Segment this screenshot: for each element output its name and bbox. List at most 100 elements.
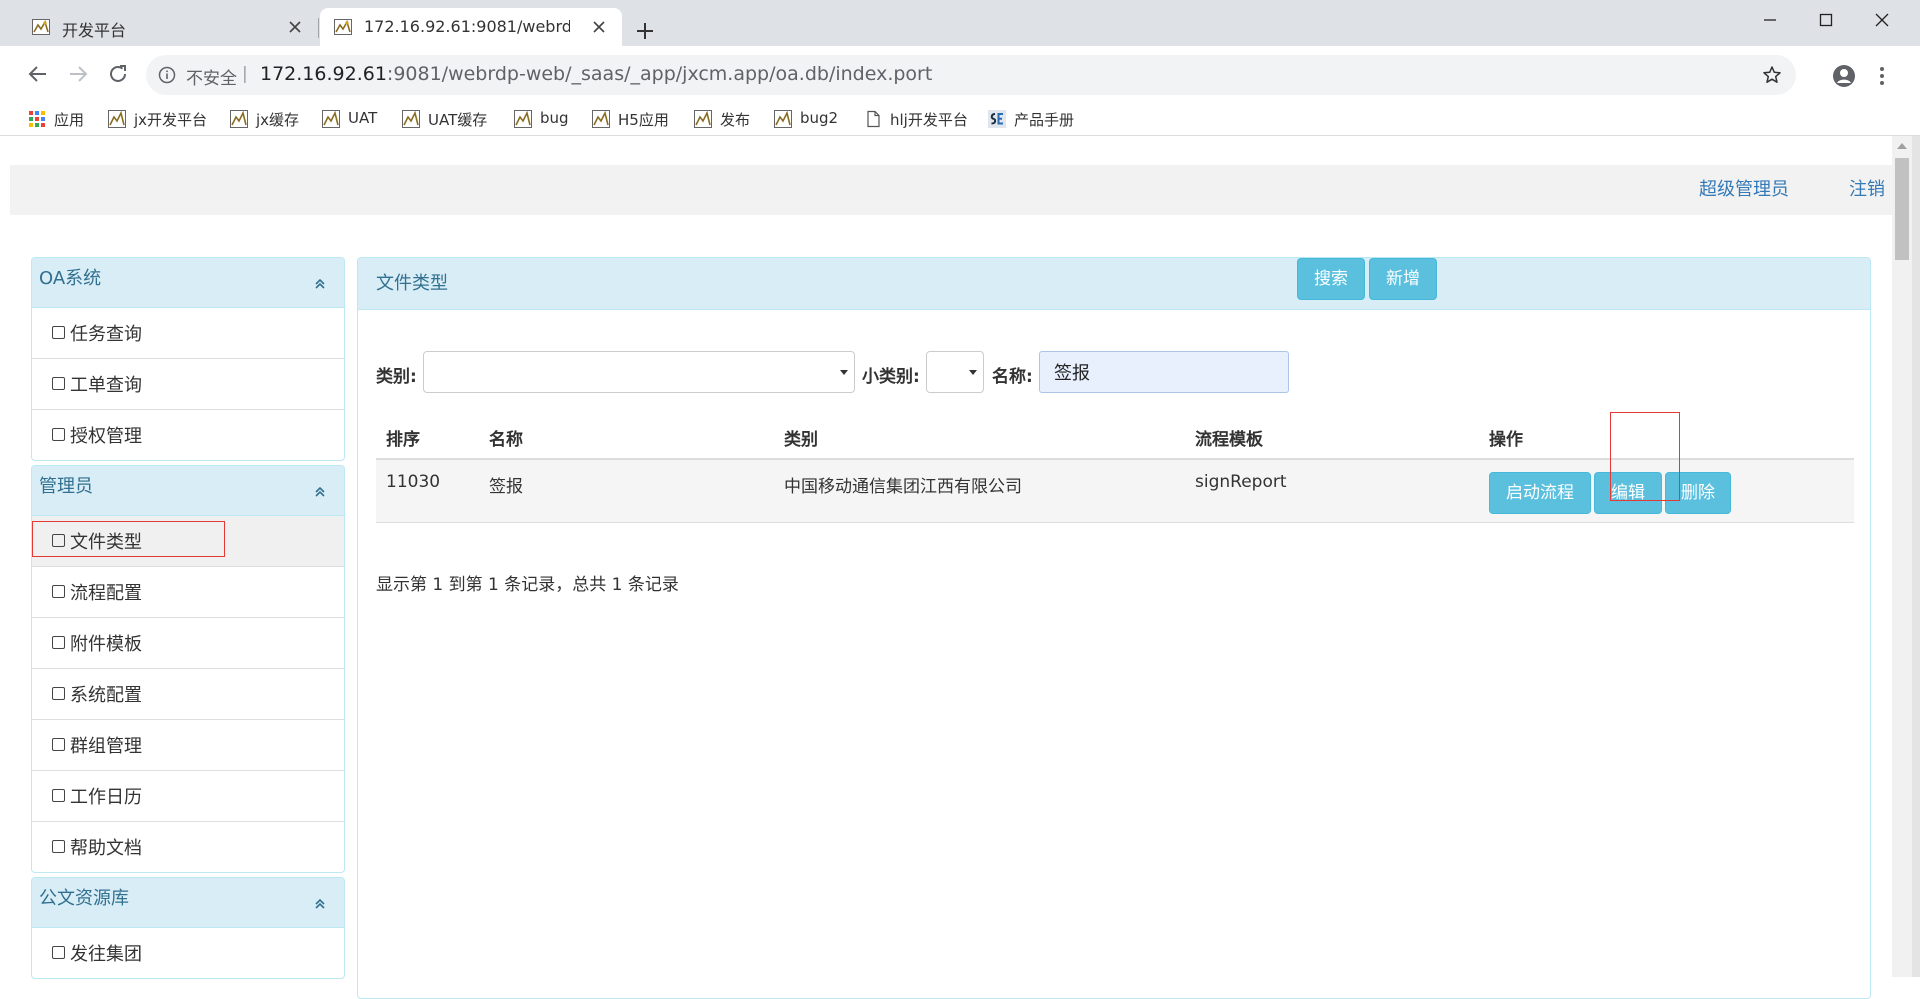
double-chevron-up-icon[interactable] (314, 278, 326, 290)
category-filter-label: 类别: (376, 367, 417, 387)
sidebar-group-header[interactable]: 公文资源库 (32, 878, 344, 928)
name-search-input[interactable] (1039, 351, 1289, 393)
info-icon[interactable] (158, 66, 176, 84)
checkbox-square-icon (52, 585, 65, 598)
app-header: 超级管理员 注销 (10, 165, 1892, 215)
add-button[interactable]: 新增 (1369, 258, 1437, 300)
se-logo-icon (988, 110, 1006, 128)
scroll-up-arrow-icon[interactable] (1897, 142, 1907, 150)
bookmark-favicon-icon (108, 110, 126, 128)
bookmark-label: jx缓存 (256, 111, 300, 129)
page-icon (864, 110, 882, 128)
sidebar-item-process-config[interactable]: 流程配置 (32, 567, 344, 618)
page-viewport: 超级管理员 注销 OA系统 任务查询 工单查询 授权管理 管理员 文件类型 流程… (0, 136, 1920, 999)
search-button[interactable]: 搜索 (1297, 258, 1365, 300)
sidebar-group-header[interactable]: OA系统 (32, 258, 344, 308)
column-header-template[interactable]: 流程模板 (1195, 425, 1263, 450)
sidebar-item-task-query[interactable]: 任务查询 (32, 308, 344, 359)
checkbox-square-icon (52, 789, 65, 802)
sidebar-group-oa-system: OA系统 任务查询 工单查询 授权管理 (31, 257, 345, 461)
url-host: 172.16.92.61 (260, 63, 387, 85)
sidebar-group-title: 管理员 (39, 476, 93, 497)
sidebar-item-label: 授权管理 (70, 426, 142, 447)
logout-link[interactable]: 注销 (1849, 175, 1885, 201)
sidebar-item-label: 附件模板 (70, 634, 142, 655)
sidebar-item-authorization[interactable]: 授权管理 (32, 410, 344, 460)
site-favicon-icon (334, 19, 352, 35)
checkbox-square-icon (52, 946, 65, 959)
column-header-category[interactable]: 类别 (784, 425, 818, 450)
minimize-window-icon[interactable] (1758, 8, 1782, 32)
cell-template: signReport (1195, 472, 1287, 492)
address-bar[interactable]: 不安全 | 172.16.92.61:9081/webrdp-web/_saas… (146, 55, 1796, 95)
window-edge (1912, 136, 1920, 977)
sidebar-item-file-type[interactable]: 文件类型 (32, 516, 344, 567)
url-text: 172.16.92.61:9081/webrdp-web/_saas/_app/… (260, 63, 932, 85)
scrollbar-thumb[interactable] (1895, 158, 1909, 260)
sidebar-item-system-config[interactable]: 系统配置 (32, 669, 344, 720)
checkbox-square-icon (52, 738, 65, 751)
page-title: 文件类型 (376, 273, 448, 294)
cell-category: 中国移动通信集团江西有限公司 (784, 477, 1022, 497)
apps-grid-icon (28, 110, 46, 128)
sidebar-item-send-to-group[interactable]: 发往集团 (32, 928, 344, 978)
sidebar-item-label: 工作日历 (70, 787, 142, 808)
browser-menu-icon[interactable] (1874, 64, 1890, 88)
checkbox-square-icon (52, 687, 65, 700)
close-tab-icon[interactable] (286, 18, 304, 36)
close-tab-icon[interactable] (590, 18, 608, 36)
current-user-link[interactable]: 超级管理员 (1699, 175, 1789, 201)
checkbox-square-icon (52, 326, 65, 339)
forward-arrow-icon[interactable] (66, 62, 90, 86)
sidebar-group-document-library: 公文资源库 发往集团 (31, 877, 345, 979)
bookmarks-bar: 应用 jx开发平台 jx缓存 UAT UAT缓存 bug H5应用 发布 bug… (0, 103, 1920, 136)
sidebar-item-label: 群组管理 (70, 736, 142, 757)
sidebar-group-header[interactable]: 管理员 (32, 466, 344, 516)
column-header-name[interactable]: 名称 (489, 425, 523, 450)
column-header-order[interactable]: 排序 (386, 425, 420, 450)
bookmark-favicon-icon (230, 110, 248, 128)
browser-toolbar: 不安全 | 172.16.92.61:9081/webrdp-web/_saas… (0, 46, 1920, 108)
bookmark-label: 发布 (720, 111, 751, 129)
browser-tab-inactive[interactable]: 开发平台 (18, 8, 318, 46)
bookmark-label: bug2 (800, 109, 839, 127)
maximize-window-icon[interactable] (1814, 8, 1838, 32)
sidebar-item-label: 系统配置 (70, 685, 142, 706)
bookmark-favicon-icon (592, 110, 610, 128)
bookmark-label: 应用 (54, 111, 85, 129)
pagination-info: 显示第 1 到第 1 条记录，总共 1 条记录 (376, 575, 679, 595)
bookmark-favicon-icon (402, 110, 420, 128)
sidebar-item-workorder-query[interactable]: 工单查询 (32, 359, 344, 410)
bookmark-label: UAT缓存 (428, 111, 488, 129)
sidebar-item-help-docs[interactable]: 帮助文档 (32, 822, 344, 872)
sidebar: OA系统 任务查询 工单查询 授权管理 管理员 文件类型 流程配置 附件模板 系… (31, 257, 345, 983)
close-window-icon[interactable] (1870, 8, 1894, 32)
dropdown-caret-icon (840, 368, 848, 376)
page-scrollbar[interactable] (1892, 136, 1912, 977)
category-select[interactable] (423, 351, 855, 393)
bookmark-star-icon[interactable] (1762, 65, 1782, 85)
sidebar-item-label: 流程配置 (70, 583, 142, 604)
browser-tab-active[interactable]: 172.16.92.61:9081/webrdp-web/_saas/_app/… (320, 8, 622, 46)
url-path: :9081/webrdp-web/_saas/_app/jxcm.app/oa.… (386, 63, 933, 85)
sidebar-item-work-calendar[interactable]: 工作日历 (32, 771, 344, 822)
account-avatar-icon[interactable] (1832, 64, 1856, 88)
bookmark-label: hlj开发平台 (890, 111, 968, 129)
double-chevron-up-icon[interactable] (314, 898, 326, 910)
bookmark-favicon-icon (322, 110, 340, 128)
checkbox-square-icon (52, 636, 65, 649)
sidebar-item-label: 帮助文档 (70, 838, 142, 859)
sidebar-item-label: 任务查询 (70, 324, 142, 345)
reload-icon[interactable] (106, 62, 130, 86)
sidebar-item-attachment-template[interactable]: 附件模板 (32, 618, 344, 669)
subcategory-select[interactable] (926, 351, 984, 393)
bookmark-favicon-icon (774, 110, 792, 128)
bookmark-favicon-icon (694, 110, 712, 128)
start-process-button[interactable]: 启动流程 (1489, 472, 1591, 514)
back-arrow-icon[interactable] (26, 62, 50, 86)
sidebar-item-group-management[interactable]: 群组管理 (32, 720, 344, 771)
browser-tabstrip: 开发平台 172.16.92.61:9081/webrdp-web/_saas/… (0, 0, 1920, 46)
sidebar-item-label: 工单查询 (70, 375, 142, 396)
new-tab-plus-icon[interactable] (634, 20, 656, 42)
double-chevron-up-icon[interactable] (314, 486, 326, 498)
